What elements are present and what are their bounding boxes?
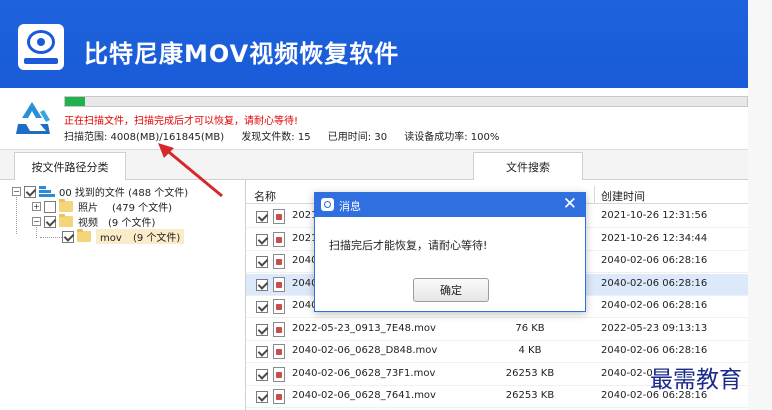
mov-checkbox[interactable] bbox=[62, 230, 74, 243]
hard-disk-logo-icon bbox=[18, 24, 64, 70]
scan-progress-bar bbox=[64, 96, 748, 107]
video-file-icon bbox=[273, 366, 285, 382]
tab-file-search[interactable]: 文件搜索 bbox=[473, 152, 583, 180]
table-row[interactable]: 2022-05-23_0913_7E48.mov 76 KB 2022-05-23 … bbox=[246, 319, 748, 341]
mov-label-selected: mov (9 个文件) bbox=[96, 229, 185, 244]
row-checkbox[interactable] bbox=[256, 256, 268, 268]
dialog-titlebar: 消息 ✕ bbox=[315, 193, 585, 217]
video-file-icon bbox=[273, 299, 285, 314]
video-file-icon bbox=[273, 276, 285, 292]
annotation-arrow-icon bbox=[158, 143, 223, 198]
row-checkbox[interactable] bbox=[256, 391, 268, 403]
row-checkbox[interactable] bbox=[256, 278, 268, 291]
file-created-date: 2040-02-06 06:28:16 bbox=[601, 345, 708, 356]
folder-icon bbox=[77, 229, 91, 242]
column-header-name[interactable]: 名称 bbox=[254, 188, 276, 204]
videos-label: 视频 bbox=[78, 218, 98, 229]
row-checkbox[interactable] bbox=[256, 323, 268, 336]
scan-stats: 扫描范围: 4008(MB)/161845(MB) 发现文件数: 15 已用时间… bbox=[64, 128, 513, 143]
video-file-icon bbox=[273, 231, 285, 247]
app-title: 比特尼康MOV视频恢复软件 bbox=[84, 40, 400, 68]
folder-icon bbox=[59, 199, 73, 212]
file-name: 2040-02-06_0628_73F1.mov bbox=[292, 367, 436, 379]
file-created-date: 2040-02-06 06:28:16 bbox=[601, 255, 708, 266]
tab-bar: 按文件路径分类 文件搜索 bbox=[0, 150, 748, 180]
video-file-icon bbox=[273, 389, 285, 404]
ok-button[interactable]: 确定 bbox=[413, 278, 489, 302]
video-file-icon bbox=[273, 209, 285, 224]
file-created-date: 2040-02-06 06:28:16 bbox=[601, 277, 708, 289]
message-dialog: 消息 ✕ 扫描完后才能恢复，请耐心等待! 确定 bbox=[314, 192, 586, 312]
scan-status-panel: 正在扫描文件，扫描完成后才可以恢复，请耐心等待! 扫描范围: 4008(MB)/… bbox=[0, 88, 748, 150]
expand-icon[interactable]: + bbox=[32, 202, 41, 211]
video-file-icon bbox=[273, 254, 285, 269]
row-checkbox[interactable] bbox=[256, 368, 268, 381]
file-created-date: 2040-02-0 bbox=[601, 367, 653, 379]
column-header-created[interactable]: 创建时间 bbox=[601, 188, 645, 204]
scan-progress-fill bbox=[65, 97, 86, 106]
recycle-scan-icon bbox=[16, 102, 50, 134]
dialog-message: 扫描完后才能恢复，请耐心等待! bbox=[329, 239, 488, 252]
watermark-text: 最需教育 bbox=[650, 367, 742, 393]
row-checkbox[interactable] bbox=[256, 301, 268, 313]
app-icon bbox=[321, 198, 334, 211]
tree-root-checkbox[interactable] bbox=[24, 185, 36, 198]
videos-count: (9 个文件) bbox=[108, 218, 156, 229]
file-name: 2022-05-23_0913_7E48.mov bbox=[292, 322, 436, 334]
file-name: 2040-02-06_0628_D848.mov bbox=[292, 345, 438, 356]
collapse-icon[interactable]: − bbox=[32, 217, 41, 226]
video-file-icon bbox=[273, 344, 285, 359]
elapsed-time: 已用时间: 30 bbox=[327, 132, 388, 143]
photos-label: 照片 bbox=[78, 203, 98, 214]
video-file-icon bbox=[273, 321, 285, 337]
row-checkbox[interactable] bbox=[256, 211, 268, 223]
row-checkbox[interactable] bbox=[256, 346, 268, 358]
scan-warning-message: 正在扫描文件，扫描完成后才可以恢复，请耐心等待! bbox=[64, 116, 299, 127]
mov-label: mov bbox=[100, 233, 122, 244]
file-name: 2040-02-06_0628_7641.mov bbox=[292, 390, 436, 401]
found-file-count: 发现文件数: 15 bbox=[241, 132, 311, 143]
file-created-date: 2040-02-06 06:28:16 bbox=[601, 300, 708, 311]
close-icon[interactable]: ✕ bbox=[563, 194, 577, 214]
tree-node-mov[interactable]: mov (9 个文件) bbox=[62, 229, 185, 244]
category-tree: − 00 找到的文件 (488 个文件) + 照片 (479 个文件) − 视频… bbox=[0, 180, 246, 410]
app-header: 比特尼康MOV视频恢复软件 bbox=[0, 0, 748, 88]
videos-checkbox[interactable] bbox=[44, 215, 56, 228]
file-size: 4 KB bbox=[518, 345, 542, 356]
read-success-rate: 读设备成功率: 100% bbox=[404, 132, 500, 143]
file-created-date: 2021-10-26 12:31:56 bbox=[601, 210, 708, 221]
file-size: 26253 KB bbox=[505, 367, 555, 379]
drive-icon bbox=[39, 186, 55, 197]
folder-icon bbox=[59, 214, 73, 227]
dialog-title: 消息 bbox=[339, 200, 361, 213]
mov-count: (9 个文件) bbox=[132, 233, 181, 244]
file-created-date: 2021-10-26 12:34:44 bbox=[601, 232, 708, 244]
window-scrollbar[interactable] bbox=[748, 0, 772, 410]
app-window: 比特尼康MOV视频恢复软件 正在扫描文件，扫描完成后才可以恢复，请耐心等待! 扫… bbox=[0, 0, 772, 410]
file-created-date: 2022-05-23 09:13:13 bbox=[601, 322, 708, 334]
row-checkbox[interactable] bbox=[256, 233, 268, 246]
tab-by-path[interactable]: 按文件路径分类 bbox=[14, 152, 126, 180]
collapse-icon[interactable]: − bbox=[12, 187, 21, 196]
tree-node-videos[interactable]: − 视频 (9 个文件) bbox=[32, 214, 155, 229]
file-size: 26253 KB bbox=[505, 390, 555, 401]
file-size: 76 KB bbox=[515, 322, 545, 334]
photos-checkbox[interactable] bbox=[44, 200, 56, 213]
